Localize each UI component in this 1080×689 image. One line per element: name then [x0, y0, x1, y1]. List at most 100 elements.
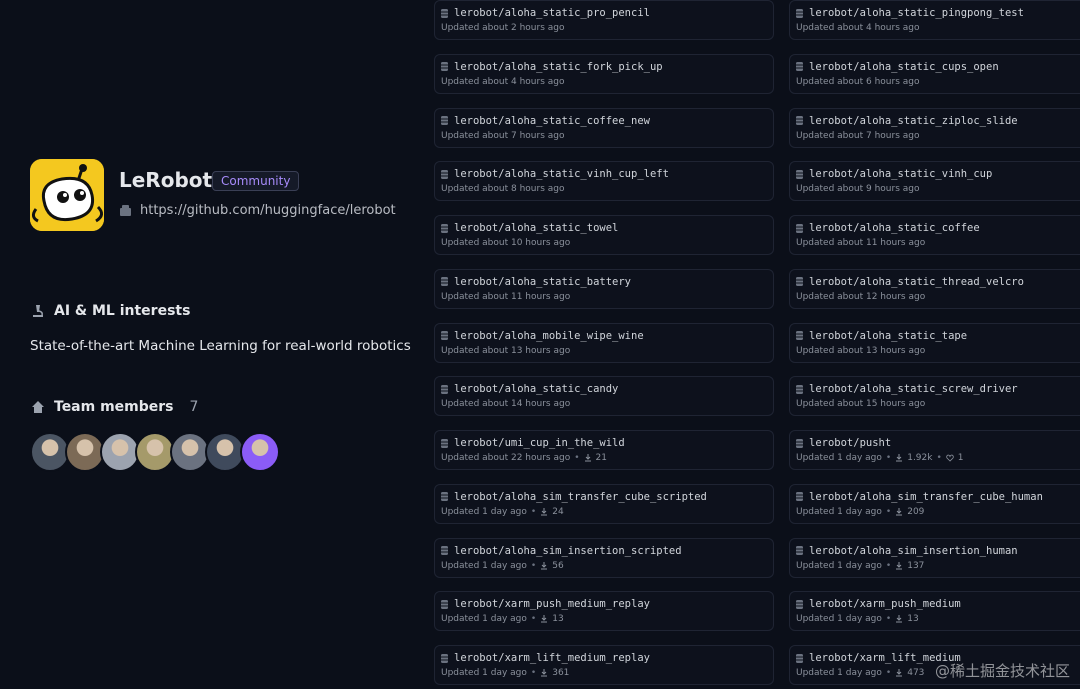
dataset-name: lerobot/aloha_static_ziploc_slide: [809, 114, 1018, 127]
separator-dot: •: [530, 560, 537, 571]
dataset-title[interactable]: lerobot/aloha_sim_transfer_cube_scripted: [441, 491, 707, 503]
separator-dot: •: [885, 453, 892, 463]
download-icon: [541, 615, 548, 623]
dataset-card[interactable]: lerobot/aloha_sim_insertion_scripted Upda…: [434, 537, 774, 578]
dataset-name: lerobot/aloha_static_cups_open: [809, 60, 999, 73]
database-icon: [796, 599, 803, 609]
database-icon: [796, 384, 803, 394]
database-icon: [441, 384, 448, 394]
member-avatar[interactable]: [65, 432, 105, 472]
member-avatar[interactable]: [30, 432, 70, 472]
separator-dot: •: [936, 453, 942, 463]
download-icon: [541, 507, 548, 516]
dataset-title[interactable]: lerobot/xarm_push_medium: [796, 598, 961, 610]
dataset-meta: Updated about 11 hours ago: [441, 292, 570, 302]
dataset-card[interactable]: lerobot/xarm_lift_medium_replay Updated 1…: [434, 645, 774, 685]
dataset-title[interactable]: lerobot/aloha_mobile_wipe_wine: [441, 330, 644, 342]
download-count: 209: [907, 506, 925, 517]
dataset-title[interactable]: lerobot/aloha_static_pro_pencil: [441, 7, 650, 19]
separator-dot: •: [885, 506, 892, 517]
dataset-card[interactable]: lerobot/pusht Updated 1 day ago • 1.92k • 1: [789, 430, 1080, 470]
dataset-title[interactable]: lerobot/aloha_sim_insertion_human: [796, 545, 1018, 557]
dataset-title[interactable]: lerobot/xarm_lift_medium_replay: [441, 652, 650, 664]
download-count: 137: [907, 560, 925, 571]
dataset-card[interactable]: lerobot/aloha_static_fork_pick_up Updated…: [434, 53, 774, 94]
database-icon: [796, 438, 803, 448]
dataset-meta: Updated 1 day ago • 137: [796, 561, 924, 571]
member-avatar[interactable]: [205, 432, 245, 472]
dataset-card[interactable]: lerobot/xarm_push_medium Updated 1 day ag…: [789, 591, 1080, 632]
database-icon: [796, 546, 803, 555]
dataset-updated: Updated about 4 hours ago: [441, 76, 565, 87]
download-count: 24: [552, 506, 564, 517]
separator-dot: •: [885, 614, 892, 625]
dataset-title[interactable]: lerobot/aloha_static_ziploc_slide: [796, 115, 1018, 127]
dataset-card[interactable]: lerobot/aloha_mobile_wipe_wine Updated ab…: [434, 322, 774, 363]
member-avatar[interactable]: [135, 432, 175, 472]
dataset-updated: Updated about 7 hours ago: [796, 130, 920, 141]
dataset-card[interactable]: lerobot/aloha_static_towel Updated about …: [434, 215, 774, 255]
dataset-title[interactable]: lerobot/aloha_static_towel: [441, 222, 618, 234]
house-icon: [32, 401, 44, 413]
like-count: 1: [957, 453, 964, 463]
download-count: 56: [552, 560, 564, 571]
dataset-card[interactable]: lerobot/umi_cup_in_the_wild Updated about…: [434, 430, 774, 470]
dataset-card[interactable]: lerobot/aloha_static_coffee_new Updated a…: [434, 107, 774, 148]
dataset-card[interactable]: lerobot/aloha_static_battery Updated abou…: [434, 268, 774, 309]
github-link[interactable]: https://github.com/huggingface/lerobot: [119, 203, 396, 218]
dataset-card[interactable]: lerobot/xarm_push_medium_replay Updated 1…: [434, 591, 774, 632]
separator-dot: •: [885, 560, 892, 571]
dataset-title[interactable]: lerobot/umi_cup_in_the_wild: [441, 437, 625, 449]
dataset-meta: Updated about 7 hours ago: [441, 131, 564, 141]
member-avatar[interactable]: [170, 432, 210, 472]
dataset-title[interactable]: lerobot/aloha_static_candy: [441, 383, 618, 395]
dataset-card[interactable]: lerobot/aloha_static_vinh_cup Updated abo…: [789, 161, 1080, 202]
dataset-updated: Updated about 2 hours ago: [441, 23, 565, 33]
dataset-title[interactable]: lerobot/aloha_static_vinh_cup_left: [441, 168, 669, 180]
database-icon: [796, 492, 803, 502]
member-avatar[interactable]: [240, 432, 280, 472]
dataset-name: lerobot/aloha_static_fork_pick_up: [454, 60, 663, 73]
dataset-title[interactable]: lerobot/aloha_static_tape: [796, 330, 967, 342]
dataset-card[interactable]: lerobot/aloha_sim_transfer_cube_human Upd…: [789, 483, 1080, 524]
community-badge: Community: [212, 171, 300, 191]
dataset-name: lerobot/aloha_static_tape: [809, 329, 968, 342]
database-icon: [441, 116, 448, 125]
separator-dot: •: [530, 614, 537, 625]
dataset-title[interactable]: lerobot/aloha_static_battery: [441, 276, 631, 288]
dataset-name: lerobot/aloha_static_towel: [454, 222, 619, 234]
dataset-title[interactable]: lerobot/aloha_static_thread_velcro: [796, 276, 1024, 288]
dataset-card[interactable]: lerobot/aloha_sim_transfer_cube_scripted…: [434, 483, 774, 524]
database-icon: [796, 62, 803, 72]
dataset-title[interactable]: lerobot/aloha_static_screw_driver: [796, 383, 1018, 395]
dataset-card[interactable]: lerobot/aloha_static_pro_pencil Updated a…: [434, 0, 774, 40]
dataset-card[interactable]: lerobot/aloha_static_ziploc_slide Updated…: [789, 107, 1080, 148]
dataset-updated: Updated about 14 hours ago: [441, 399, 571, 410]
dataset-card[interactable]: lerobot/aloha_static_coffee Updated about…: [789, 215, 1080, 255]
separator-dot: •: [885, 668, 892, 678]
dataset-title[interactable]: lerobot/pusht: [796, 437, 891, 449]
dataset-title[interactable]: lerobot/xarm_push_medium_replay: [441, 598, 650, 610]
dataset-card[interactable]: lerobot/aloha_static_pingpong_test Update…: [789, 0, 1080, 40]
dataset-title[interactable]: lerobot/aloha_static_coffee_new: [441, 115, 650, 127]
dataset-card[interactable]: lerobot/aloha_static_tape Updated about 1…: [789, 322, 1080, 363]
dataset-title[interactable]: lerobot/aloha_static_vinh_cup: [796, 168, 992, 180]
dataset-card[interactable]: lerobot/aloha_sim_insertion_human Updated…: [789, 537, 1080, 578]
dataset-card[interactable]: lerobot/aloha_static_vinh_cup_left Update…: [434, 161, 774, 202]
dataset-updated: Updated 1 day ago: [441, 668, 527, 678]
dataset-title[interactable]: lerobot/aloha_sim_transfer_cube_human: [796, 491, 1043, 503]
dataset-card[interactable]: lerobot/aloha_static_screw_driver Updated…: [789, 376, 1080, 417]
dataset-title[interactable]: lerobot/aloha_static_pingpong_test: [796, 7, 1024, 19]
dataset-card[interactable]: lerobot/aloha_static_candy Updated about …: [434, 376, 774, 417]
member-avatar[interactable]: [100, 432, 140, 472]
dataset-title[interactable]: lerobot/aloha_static_coffee: [796, 222, 980, 234]
download-count: 13: [552, 614, 564, 625]
dataset-card[interactable]: lerobot/aloha_static_thread_velcro Update…: [789, 268, 1080, 309]
dataset-title[interactable]: lerobot/aloha_static_fork_pick_up: [441, 61, 663, 73]
dataset-updated: Updated about 13 hours ago: [441, 345, 571, 356]
dataset-title[interactable]: lerobot/aloha_static_cups_open: [796, 61, 999, 73]
dataset-card[interactable]: lerobot/aloha_static_cups_open Updated ab…: [789, 53, 1080, 94]
dataset-title[interactable]: lerobot/aloha_sim_insertion_scripted: [441, 545, 682, 557]
github-url[interactable]: https://github.com/huggingface/lerobot: [140, 203, 396, 218]
dataset-updated: Updated about 11 hours ago: [441, 291, 571, 302]
